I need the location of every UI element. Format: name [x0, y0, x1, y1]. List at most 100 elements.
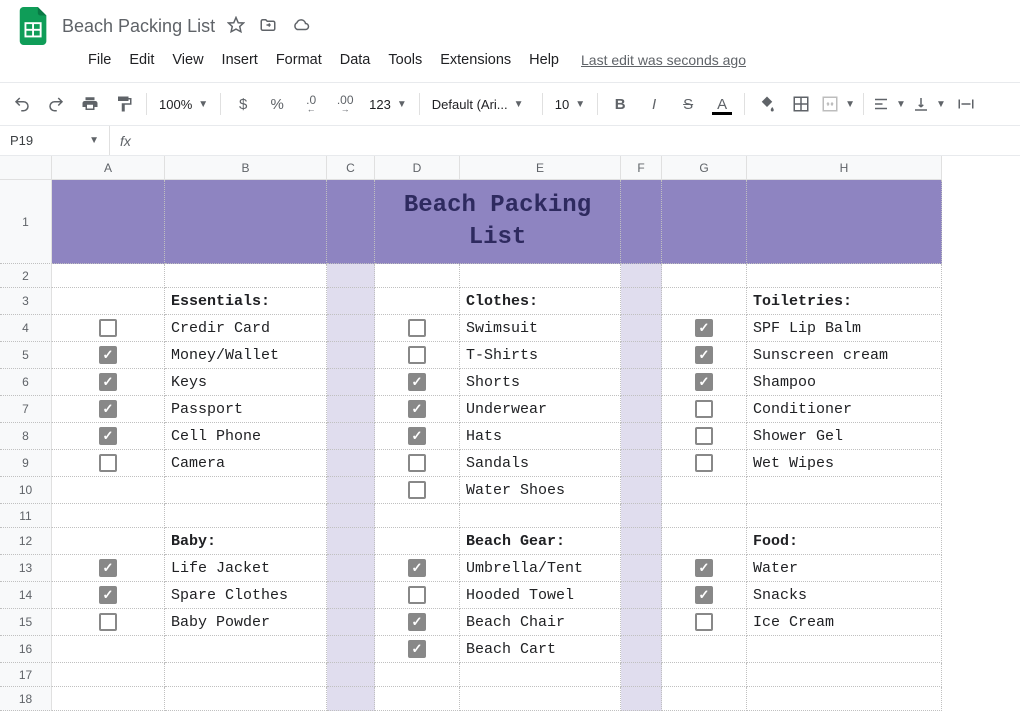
cell-C5[interactable]	[327, 342, 375, 369]
checkbox[interactable]	[695, 613, 713, 631]
cell-E12[interactable]: Beach Gear:	[460, 528, 621, 555]
spreadsheet-grid[interactable]: A B C D E F G H 1Beach Packing List23Ess…	[0, 156, 1020, 711]
cell-D2[interactable]	[375, 264, 460, 288]
undo-icon[interactable]	[6, 90, 38, 118]
cell-D13[interactable]	[375, 555, 460, 582]
cell-B6[interactable]: Keys	[165, 369, 327, 396]
checkbox[interactable]	[99, 319, 117, 337]
cell-F5[interactable]	[621, 342, 662, 369]
cell-G17[interactable]	[662, 663, 747, 687]
cell-H9[interactable]: Wet Wipes	[747, 450, 942, 477]
cell-F8[interactable]	[621, 423, 662, 450]
checkbox[interactable]	[695, 400, 713, 418]
cell-F12[interactable]	[621, 528, 662, 555]
cell-B14[interactable]: Spare Clothes	[165, 582, 327, 609]
checkbox[interactable]	[408, 559, 426, 577]
cell-C1[interactable]	[327, 180, 375, 264]
row-header[interactable]: 8	[0, 423, 52, 450]
row-header[interactable]: 14	[0, 582, 52, 609]
cell-H3[interactable]: Toiletries:	[747, 288, 942, 315]
cell-F4[interactable]	[621, 315, 662, 342]
redo-icon[interactable]	[40, 90, 72, 118]
cell-A2[interactable]	[52, 264, 165, 288]
row-header[interactable]: 13	[0, 555, 52, 582]
cell-B8[interactable]: Cell Phone	[165, 423, 327, 450]
cell-C16[interactable]	[327, 636, 375, 663]
cell-B16[interactable]	[165, 636, 327, 663]
row-header[interactable]: 12	[0, 528, 52, 555]
menu-edit[interactable]: Edit	[121, 48, 162, 72]
checkbox[interactable]	[695, 346, 713, 364]
row-header[interactable]: 10	[0, 477, 52, 504]
row-header[interactable]: 17	[0, 663, 52, 687]
cell-E13[interactable]: Umbrella/Tent	[460, 555, 621, 582]
cell-H2[interactable]	[747, 264, 942, 288]
menu-view[interactable]: View	[164, 48, 211, 72]
cell-E6[interactable]: Shorts	[460, 369, 621, 396]
cell-A15[interactable]	[52, 609, 165, 636]
cell-B9[interactable]: Camera	[165, 450, 327, 477]
cell-G3[interactable]	[662, 288, 747, 315]
fill-color-button[interactable]	[751, 90, 783, 118]
cell-G5[interactable]	[662, 342, 747, 369]
cell-A14[interactable]	[52, 582, 165, 609]
cell-G1[interactable]	[662, 180, 747, 264]
cell-D10[interactable]	[375, 477, 460, 504]
font-size-dropdown[interactable]: 10▼	[549, 90, 591, 118]
cell-H16[interactable]	[747, 636, 942, 663]
cell-H12[interactable]: Food:	[747, 528, 942, 555]
cell-G18[interactable]	[662, 687, 747, 711]
cell-F13[interactable]	[621, 555, 662, 582]
checkbox[interactable]	[408, 640, 426, 658]
cell-G16[interactable]	[662, 636, 747, 663]
cell-B15[interactable]: Baby Powder	[165, 609, 327, 636]
cell-G12[interactable]	[662, 528, 747, 555]
cell-H8[interactable]: Shower Gel	[747, 423, 942, 450]
borders-button[interactable]	[785, 90, 817, 118]
cell-B3[interactable]: Essentials:	[165, 288, 327, 315]
menu-help[interactable]: Help	[521, 48, 567, 72]
cell-E2[interactable]	[460, 264, 621, 288]
halign-dropdown[interactable]: ▼	[870, 90, 908, 118]
cell-E4[interactable]: Swimsuit	[460, 315, 621, 342]
cell-E18[interactable]	[460, 687, 621, 711]
cell-C14[interactable]	[327, 582, 375, 609]
cell-F18[interactable]	[621, 687, 662, 711]
cell-A3[interactable]	[52, 288, 165, 315]
cell-A8[interactable]	[52, 423, 165, 450]
cell-B4[interactable]: Credir Card	[165, 315, 327, 342]
cell-G14[interactable]	[662, 582, 747, 609]
cell-D14[interactable]	[375, 582, 460, 609]
col-header-d[interactable]: D	[375, 156, 460, 180]
cell-B2[interactable]	[165, 264, 327, 288]
cell-F9[interactable]	[621, 450, 662, 477]
row-header[interactable]: 1	[0, 180, 52, 264]
cell-D11[interactable]	[375, 504, 460, 528]
cell-C15[interactable]	[327, 609, 375, 636]
checkbox[interactable]	[408, 481, 426, 499]
cell-A4[interactable]	[52, 315, 165, 342]
cell-E17[interactable]	[460, 663, 621, 687]
name-box[interactable]: P19▼	[0, 126, 110, 155]
row-header[interactable]: 5	[0, 342, 52, 369]
menu-data[interactable]: Data	[332, 48, 379, 72]
cell-A10[interactable]	[52, 477, 165, 504]
cell-C7[interactable]	[327, 396, 375, 423]
merge-dropdown[interactable]: ▼	[819, 90, 857, 118]
sheets-logo[interactable]	[16, 8, 52, 44]
checkbox[interactable]	[408, 400, 426, 418]
cell-G2[interactable]	[662, 264, 747, 288]
cell-C6[interactable]	[327, 369, 375, 396]
cell-E15[interactable]: Beach Chair	[460, 609, 621, 636]
cell-H1[interactable]	[747, 180, 942, 264]
cell-D18[interactable]	[375, 687, 460, 711]
cell-H11[interactable]	[747, 504, 942, 528]
cell-B7[interactable]: Passport	[165, 396, 327, 423]
checkbox[interactable]	[408, 346, 426, 364]
cell-B18[interactable]	[165, 687, 327, 711]
cell-A1[interactable]	[52, 180, 165, 264]
last-edit-link[interactable]: Last edit was seconds ago	[581, 52, 746, 68]
cell-G7[interactable]	[662, 396, 747, 423]
col-header-a[interactable]: A	[52, 156, 165, 180]
cell-F6[interactable]	[621, 369, 662, 396]
